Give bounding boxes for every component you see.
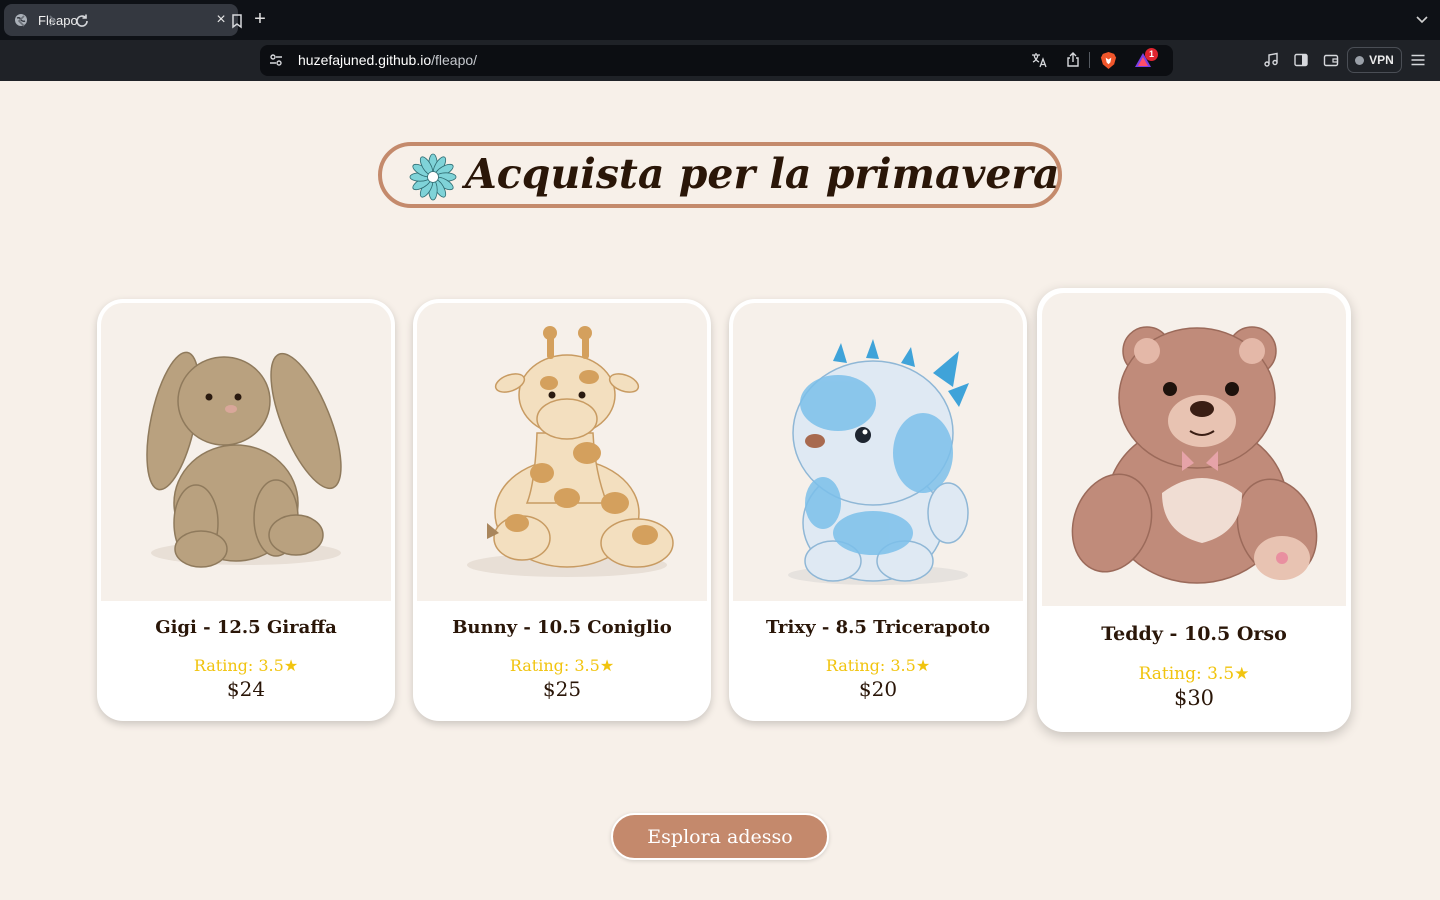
product-price: $25 bbox=[542, 677, 582, 701]
product-card[interactable]: Teddy - 10.5 Orso Rating: 3.5★ $30 bbox=[1037, 288, 1351, 732]
product-name[interactable]: Gigi - 12.5 Giraffa bbox=[97, 617, 395, 638]
product-rating: Rating: 3.5★ bbox=[509, 656, 615, 675]
product-card[interactable]: Gigi - 12.5 Giraffa Rating: 3.5★ $24 bbox=[97, 299, 395, 721]
product-image-teddy bbox=[1042, 293, 1346, 606]
reload-icon[interactable] bbox=[71, 10, 93, 32]
product-name[interactable]: Teddy - 10.5 Orso bbox=[1037, 623, 1351, 645]
product-price: $30 bbox=[1173, 686, 1215, 710]
share-icon[interactable] bbox=[1063, 50, 1083, 70]
notification-badge: 1 bbox=[1145, 48, 1158, 61]
media-icon[interactable] bbox=[1261, 50, 1281, 70]
vpn-status-icon bbox=[1355, 55, 1365, 65]
product-image-giraffe bbox=[417, 303, 707, 601]
back-icon[interactable] bbox=[11, 10, 33, 32]
translate-icon[interactable] bbox=[1029, 50, 1049, 70]
explore-button[interactable]: Esplora adesso bbox=[611, 813, 829, 860]
brave-shields-icon[interactable] bbox=[1098, 50, 1118, 70]
product-rating: Rating: 3.5★ bbox=[825, 656, 931, 675]
vpn-label: VPN bbox=[1369, 53, 1394, 67]
site-settings-icon[interactable] bbox=[266, 50, 286, 70]
product-rating: Rating: 3.5★ bbox=[193, 656, 299, 675]
forward-icon[interactable] bbox=[41, 10, 63, 32]
product-price: $24 bbox=[226, 677, 266, 701]
vpn-button[interactable]: VPN bbox=[1347, 47, 1402, 73]
sidebar-icon[interactable] bbox=[1291, 50, 1311, 70]
toolbar-divider bbox=[1089, 52, 1090, 68]
wallet-icon[interactable] bbox=[1321, 50, 1341, 70]
new-tab-icon[interactable]: + bbox=[250, 9, 270, 29]
browser-tab-strip: Fleapo × + bbox=[0, 0, 1440, 40]
browser-tab[interactable]: Fleapo × bbox=[4, 4, 238, 36]
url-path: /fleapo/ bbox=[431, 52, 478, 68]
bookmark-icon[interactable] bbox=[226, 10, 248, 32]
tab-title: Fleapo bbox=[38, 12, 78, 28]
product-price: $20 bbox=[858, 677, 898, 701]
flower-icon bbox=[409, 153, 457, 201]
chevron-down-icon[interactable] bbox=[1414, 11, 1430, 27]
product-name[interactable]: Bunny - 10.5 Coniglio bbox=[413, 617, 711, 638]
menu-icon[interactable] bbox=[1408, 50, 1428, 70]
product-card[interactable]: Bunny - 10.5 Coniglio Rating: 3.5★ $25 bbox=[413, 299, 711, 721]
product-card[interactable]: Trixy - 8.5 Tricerapoto Rating: 3.5★ $20 bbox=[729, 299, 1027, 721]
product-image-dragon bbox=[733, 303, 1023, 601]
url-text[interactable]: huzefajuned.github.io/fleapo/ bbox=[298, 51, 477, 69]
product-rating: Rating: 3.5★ bbox=[1138, 664, 1250, 684]
product-image-bunny bbox=[101, 303, 391, 601]
product-name[interactable]: Trixy - 8.5 Tricerapoto bbox=[729, 617, 1027, 638]
page-title: Acquista per la primavera bbox=[465, 150, 1060, 198]
url-host: huzefajuned.github.io bbox=[298, 52, 432, 68]
